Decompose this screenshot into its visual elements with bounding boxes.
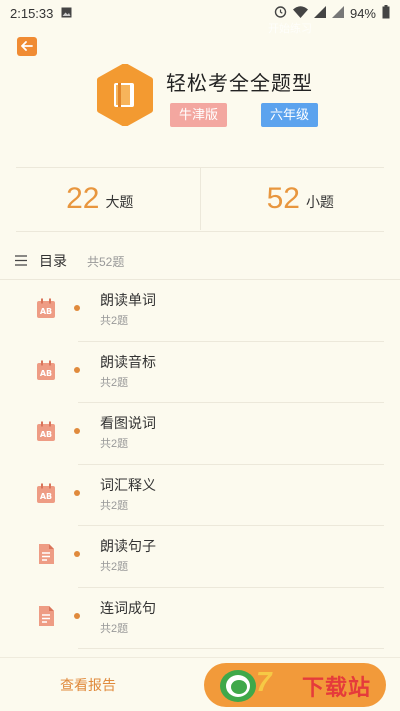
- document-icon: [35, 605, 57, 627]
- calendar-ab-icon: AB: [35, 420, 57, 442]
- item-title: 朗读单词: [100, 292, 156, 308]
- big-question-stat: 22 大题: [0, 168, 201, 230]
- list-item[interactable]: AB 朗读单词 共2题: [0, 280, 400, 342]
- menu-icon: [15, 254, 31, 269]
- item-title: 朗读句子: [100, 538, 156, 554]
- signal-2-icon: [331, 5, 344, 21]
- bullet-dot: [74, 366, 80, 373]
- small-question-stat: 52 小题: [201, 168, 400, 230]
- back-arrow-icon: [20, 38, 33, 56]
- item-count: 共2题: [100, 561, 129, 573]
- big-question-count: 22: [66, 182, 100, 215]
- alarm-icon: [274, 5, 287, 21]
- item-count: 共2题: [100, 438, 129, 450]
- book-logo: [94, 63, 156, 127]
- svg-text:AB: AB: [40, 307, 52, 316]
- item-count: 共2题: [100, 622, 129, 635]
- calendar-ab-icon: AB: [35, 482, 57, 504]
- battery-percent: 94%: [349, 5, 376, 21]
- list-item[interactable]: AB 词汇释义 共2题: [0, 465, 400, 526]
- divider: [16, 231, 384, 232]
- view-report-button[interactable]: 查看报告: [60, 675, 116, 695]
- small-question-label: 小题: [305, 194, 334, 210]
- watermark-number: 7: [256, 666, 272, 697]
- wifi-icon: [292, 5, 308, 21]
- signal-icon: [313, 5, 326, 21]
- back-button[interactable]: [17, 37, 37, 56]
- calendar-ab-icon: AB: [35, 297, 57, 319]
- list-item[interactable]: AB 看图说词 共2题: [0, 403, 400, 465]
- bullet-dot: [74, 612, 80, 619]
- big-question-label: 大题: [105, 194, 134, 210]
- grade-badge: 六年级: [261, 103, 319, 127]
- watermark-text: 下载站: [302, 675, 372, 700]
- svg-text:AB: AB: [40, 492, 52, 501]
- calendar-ab-icon: AB: [35, 359, 57, 381]
- question-list: AB 朗读单词 共2题 AB 朗读音标 共2题 AB 看图说词 共2题 AB 词…: [0, 280, 400, 649]
- bullet-dot: [74, 551, 80, 557]
- catalog-header: 目录 共52题: [15, 250, 124, 272]
- item-count: 共2题: [100, 376, 129, 389]
- stats-panel: 22 大题 52 小题: [0, 168, 400, 230]
- start-practice-label: 开始练习: [268, 23, 312, 35]
- bullet-dot: [74, 428, 80, 434]
- version-badge: 牛津版: [170, 103, 228, 127]
- status-bar: 2:15:33 94%: [0, 0, 400, 26]
- item-count: 共2题: [100, 499, 129, 512]
- list-item[interactable]: 朗读句子 共2题: [0, 526, 400, 588]
- svg-text:AB: AB: [40, 369, 52, 378]
- bullet-dot: [74, 489, 80, 496]
- catalog-count: 共52题: [87, 254, 125, 269]
- catalog-title: 目录: [39, 253, 67, 269]
- item-title: 连词成句: [100, 599, 156, 616]
- status-time: 2:15:33: [10, 5, 54, 21]
- small-question-count: 52: [266, 182, 300, 215]
- item-title: 朗读音标: [100, 353, 156, 370]
- bullet-dot: [74, 305, 80, 311]
- page-title: 轻松考全全题型: [166, 73, 313, 95]
- image-notification-icon: [61, 6, 72, 21]
- battery-icon: [382, 4, 390, 22]
- item-title: 看图说词: [100, 415, 156, 431]
- divider: [78, 648, 384, 649]
- list-item[interactable]: 连词成句 共2题: [0, 588, 400, 649]
- item-title: 词汇释义: [100, 476, 156, 493]
- document-icon: [35, 543, 57, 565]
- list-item[interactable]: AB 朗读音标 共2题: [0, 342, 400, 403]
- svg-text:AB: AB: [40, 430, 52, 439]
- item-count: 共2题: [100, 315, 129, 327]
- hexagon-book-icon: [97, 63, 153, 127]
